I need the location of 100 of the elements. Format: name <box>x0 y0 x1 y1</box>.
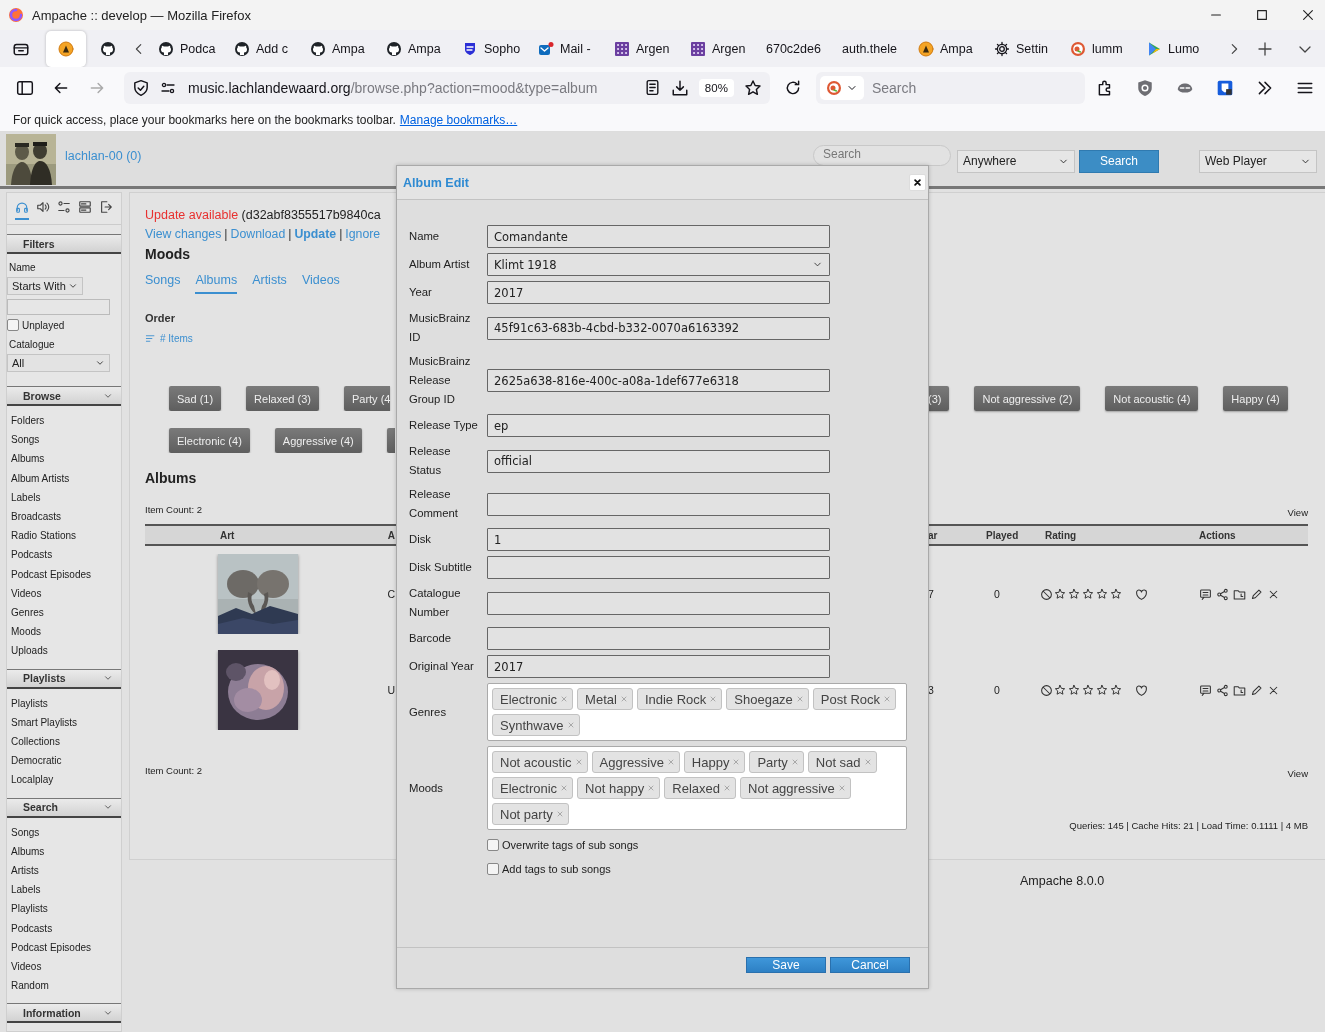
mood-tag[interactable]: Aggressive (4) <box>274 428 362 453</box>
edit-icon[interactable] <box>1250 683 1263 697</box>
match-select[interactable]: Starts With <box>7 277 83 295</box>
text-field[interactable]: 2625a638-816e-400c-a08a-1def677e6318 <box>487 369 830 392</box>
sidebar-item[interactable]: Podcasts <box>7 545 121 565</box>
comment-icon[interactable] <box>1199 683 1212 697</box>
sidebar-item[interactable]: Broadcasts <box>7 507 121 527</box>
tag-chip[interactable]: Not sad <box>807 751 877 773</box>
star-icon[interactable] <box>1110 684 1122 696</box>
browser-tab[interactable]: 670c2de6 <box>758 30 834 67</box>
share-icon[interactable] <box>1216 587 1229 601</box>
text-field[interactable] <box>487 492 830 516</box>
sidebar-item[interactable]: Albums <box>7 449 121 469</box>
dialog-button[interactable]: Save <box>746 957 826 973</box>
tag-chip[interactable]: Not party <box>492 803 569 825</box>
text-field[interactable]: Comandante <box>487 225 830 248</box>
sidebar-item[interactable]: Podcasts <box>7 918 121 938</box>
name-input[interactable] <box>7 299 110 315</box>
search-field[interactable]: Search <box>815 71 1085 104</box>
sidebar-item[interactable]: Playlists <box>7 899 121 919</box>
player-select[interactable]: Web Player <box>1199 149 1317 173</box>
option-checkbox[interactable] <box>487 862 499 875</box>
text-field[interactable]: 1 <box>487 528 830 551</box>
column-header[interactable]: Played <box>986 529 1038 541</box>
folder-icon[interactable] <box>1233 587 1246 601</box>
star-rating[interactable] <box>1054 588 1122 600</box>
comment-icon[interactable] <box>1199 587 1212 601</box>
text-field[interactable] <box>487 591 830 615</box>
tag-field[interactable]: Electronic Metal Indie Rock Shoegaze Post Rock Synthwave <box>487 683 907 741</box>
mood-tag[interactable]: Party (4 <box>343 386 391 411</box>
browser-tab[interactable]: Argen <box>606 30 682 67</box>
star-icon[interactable] <box>1054 588 1066 600</box>
star-icon[interactable] <box>1068 588 1080 600</box>
bookmark-star-icon[interactable] <box>743 78 762 97</box>
tag-chip[interactable]: Synthwave <box>492 714 580 736</box>
browser-tab[interactable]: lumm <box>1062 30 1138 67</box>
manage-bookmarks-link[interactable]: Manage bookmarks… <box>399 113 518 127</box>
tag-chip[interactable]: Shoegaze <box>726 688 809 710</box>
browser-tab[interactable]: auth.thele <box>834 30 910 67</box>
caret-icon[interactable] <box>103 1008 113 1018</box>
mood-tag[interactable]: Not acoustic (4) <box>1105 386 1199 411</box>
sidebar-item[interactable]: Collections <box>7 732 121 752</box>
new-tab-icon[interactable] <box>1257 40 1273 57</box>
scope-select[interactable]: Anywhere <box>957 149 1075 173</box>
browser-tab[interactable]: Ampa <box>910 30 986 67</box>
tag-chip[interactable]: Electronic <box>492 777 574 799</box>
mood-tag[interactable] <box>386 428 395 453</box>
section-header[interactable]: Filters <box>7 234 121 254</box>
artist-select[interactable]: Klimt 1918 <box>487 253 830 276</box>
sidebar-item[interactable]: Smart Playlists <box>7 712 121 733</box>
star-rating[interactable] <box>1054 684 1122 696</box>
catalogue-select[interactable]: All <box>7 354 110 372</box>
sidebar-item[interactable]: Moods <box>7 622 121 642</box>
heart-icon[interactable] <box>1135 683 1148 697</box>
heart-icon[interactable] <box>1135 587 1148 601</box>
sidebar-item[interactable]: Videos <box>7 957 121 977</box>
tag-chip[interactable]: Happy <box>683 751 746 773</box>
lock-icon[interactable] <box>1216 78 1234 97</box>
text-field[interactable] <box>487 627 830 650</box>
column-header[interactable]: Rating <box>1038 529 1192 541</box>
close-icon[interactable] <box>1301 8 1315 23</box>
mood-tag[interactable]: Relaxed (3) <box>246 386 319 411</box>
star-icon[interactable] <box>1082 588 1094 600</box>
text-field[interactable]: 2017 <box>487 281 830 304</box>
sidebar-item[interactable]: Playlists <box>7 693 121 713</box>
tag-chip[interactable]: Relaxed <box>664 777 737 799</box>
tag-field[interactable]: Not acoustic Aggressive Happy Party Not sad Electronic Not happy Relaxed Not aggressive Not party <box>487 746 907 830</box>
sidebar-item[interactable]: Localplay <box>7 770 121 790</box>
mood-tag[interactable]: (3) <box>928 386 950 411</box>
text-field[interactable]: 2017 <box>487 655 830 678</box>
sidebar-item[interactable]: Songs <box>7 430 121 450</box>
edit-icon[interactable] <box>1250 587 1263 601</box>
unplayed-checkbox[interactable] <box>7 319 19 331</box>
text-field[interactable]: 45f91c63-683b-4cbd-b332-0070a6163392 <box>487 316 830 340</box>
sidebar-item[interactable]: Labels <box>7 487 121 507</box>
sidebar-item[interactable]: Radio Stations <box>7 526 121 546</box>
column-header[interactable]: Actions <box>1192 529 1308 541</box>
shield-icon[interactable] <box>1136 78 1154 97</box>
sidebar-item[interactable]: Album Artists <box>7 468 121 488</box>
browser-tab[interactable]: Mail - <box>530 30 606 67</box>
sidebar-item[interactable]: Artists <box>7 861 121 881</box>
mood-tag[interactable]: Sad (1) <box>169 386 222 411</box>
browser-tab[interactable]: Argen <box>682 30 758 67</box>
sidebar-item[interactable]: Albums <box>7 841 121 862</box>
tag-chip[interactable]: Party <box>749 751 804 773</box>
column-header[interactable]: A <box>387 529 395 541</box>
star-icon[interactable] <box>1068 684 1080 696</box>
star-icon[interactable] <box>1110 588 1122 600</box>
option-checkbox[interactable] <box>487 838 499 851</box>
sidebar-item[interactable]: Uploads <box>7 641 121 661</box>
folder-icon[interactable] <box>1233 683 1246 697</box>
address-field[interactable]: music.lachlandewaard.org/browse.php?action=mood&type=album 80% <box>124 71 770 104</box>
search-button[interactable]: Search <box>1079 149 1159 173</box>
sidebar-item[interactable]: Genres <box>7 603 121 623</box>
zoom-button[interactable]: 80% <box>698 78 734 97</box>
tag-chip[interactable]: Aggressive <box>591 751 680 773</box>
browser-tab[interactable]: Ampa <box>302 30 378 67</box>
tag-chip[interactable]: Not acoustic <box>492 751 588 773</box>
tag-chip[interactable]: Electronic <box>492 688 574 710</box>
tag-chip[interactable]: Metal <box>577 688 633 710</box>
